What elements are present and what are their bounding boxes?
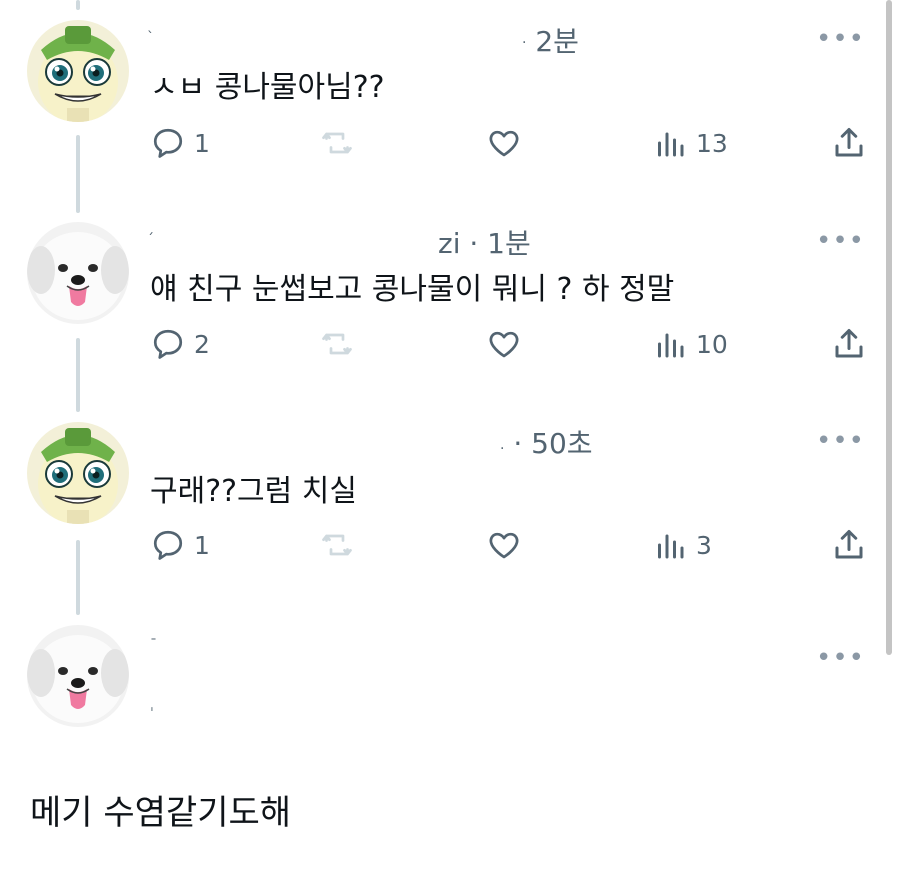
- reply-count: 1: [194, 128, 210, 158]
- tweet-actions: 2 10: [0, 326, 900, 366]
- reply-count: 1: [194, 530, 210, 560]
- like-button[interactable]: [485, 527, 523, 563]
- like-button[interactable]: [485, 326, 523, 362]
- retweet-icon: [322, 534, 352, 556]
- handle-dot: .: [500, 437, 505, 453]
- more-icon[interactable]: •••: [816, 24, 865, 54]
- tweet-actions: 1 13: [0, 125, 900, 165]
- handle-mark: ˉ: [150, 637, 157, 653]
- more-icon[interactable]: •••: [816, 643, 865, 673]
- avatar[interactable]: [27, 422, 129, 524]
- reply-button[interactable]: 1: [150, 125, 210, 161]
- views-button[interactable]: 10: [652, 326, 728, 362]
- share-icon: [835, 329, 863, 358]
- thread-line: [76, 0, 80, 10]
- like-button[interactable]: [485, 125, 523, 161]
- handle-mark: ˌ: [150, 697, 154, 713]
- reply-icon: [153, 329, 183, 359]
- share-icon: [835, 128, 863, 157]
- share-button[interactable]: [830, 326, 868, 362]
- handle-timestamp[interactable]: · 2분: [522, 20, 579, 60]
- handle-mark: `: [147, 30, 154, 46]
- retweet-button[interactable]: [318, 125, 356, 161]
- reply-icon: [153, 530, 183, 560]
- share-icon: [835, 530, 863, 559]
- retweet-icon: [322, 333, 352, 355]
- like-icon: [489, 331, 519, 358]
- view-count: 13: [696, 128, 728, 158]
- reply-button[interactable]: 1: [150, 527, 210, 563]
- reply-icon: [153, 128, 183, 158]
- views-icon: [658, 534, 684, 559]
- views-button[interactable]: 3: [652, 527, 712, 563]
- handle-timestamp[interactable]: zi · 1분: [438, 222, 531, 262]
- views-icon: [658, 132, 684, 157]
- avatar[interactable]: [27, 625, 129, 727]
- tweet-actions: 1 3: [0, 527, 900, 567]
- white-dog-avatar-icon: [27, 222, 129, 324]
- tweet-text: 구래??그럼 치실: [150, 474, 357, 509]
- green-hat-character-avatar-icon: [27, 20, 129, 122]
- more-icon[interactable]: •••: [816, 226, 865, 256]
- handle-dot: ·: [522, 35, 527, 51]
- more-icon[interactable]: •••: [816, 426, 865, 456]
- retweet-button[interactable]: [318, 527, 356, 563]
- retweet-icon: [322, 132, 352, 154]
- tweet-text: ㅅㅂ 콩나물아님??: [150, 70, 385, 105]
- avatar[interactable]: [27, 20, 129, 122]
- view-count: 3: [696, 530, 712, 560]
- handle-timestamp[interactable]: . · 50초: [500, 422, 593, 462]
- views-icon: [658, 333, 684, 358]
- like-icon: [489, 532, 519, 559]
- retweet-button[interactable]: [318, 326, 356, 362]
- share-button[interactable]: [830, 527, 868, 563]
- views-button[interactable]: 13: [652, 125, 728, 161]
- handle-mark: ˊ: [147, 232, 154, 248]
- white-dog-avatar-icon: [27, 625, 129, 727]
- reply-text: 메기 수염같기도해: [30, 793, 292, 833]
- reply-count: 2: [194, 329, 210, 359]
- reply-button[interactable]: 2: [150, 326, 210, 362]
- share-button[interactable]: [830, 125, 868, 161]
- green-hat-character-avatar-icon: [27, 422, 129, 524]
- like-icon: [489, 130, 519, 157]
- avatar[interactable]: [27, 222, 129, 324]
- view-count: 10: [696, 329, 728, 359]
- tweet-text: 얘 친구 눈썹보고 콩나물이 뭐니 ? 하 정말: [150, 272, 675, 307]
